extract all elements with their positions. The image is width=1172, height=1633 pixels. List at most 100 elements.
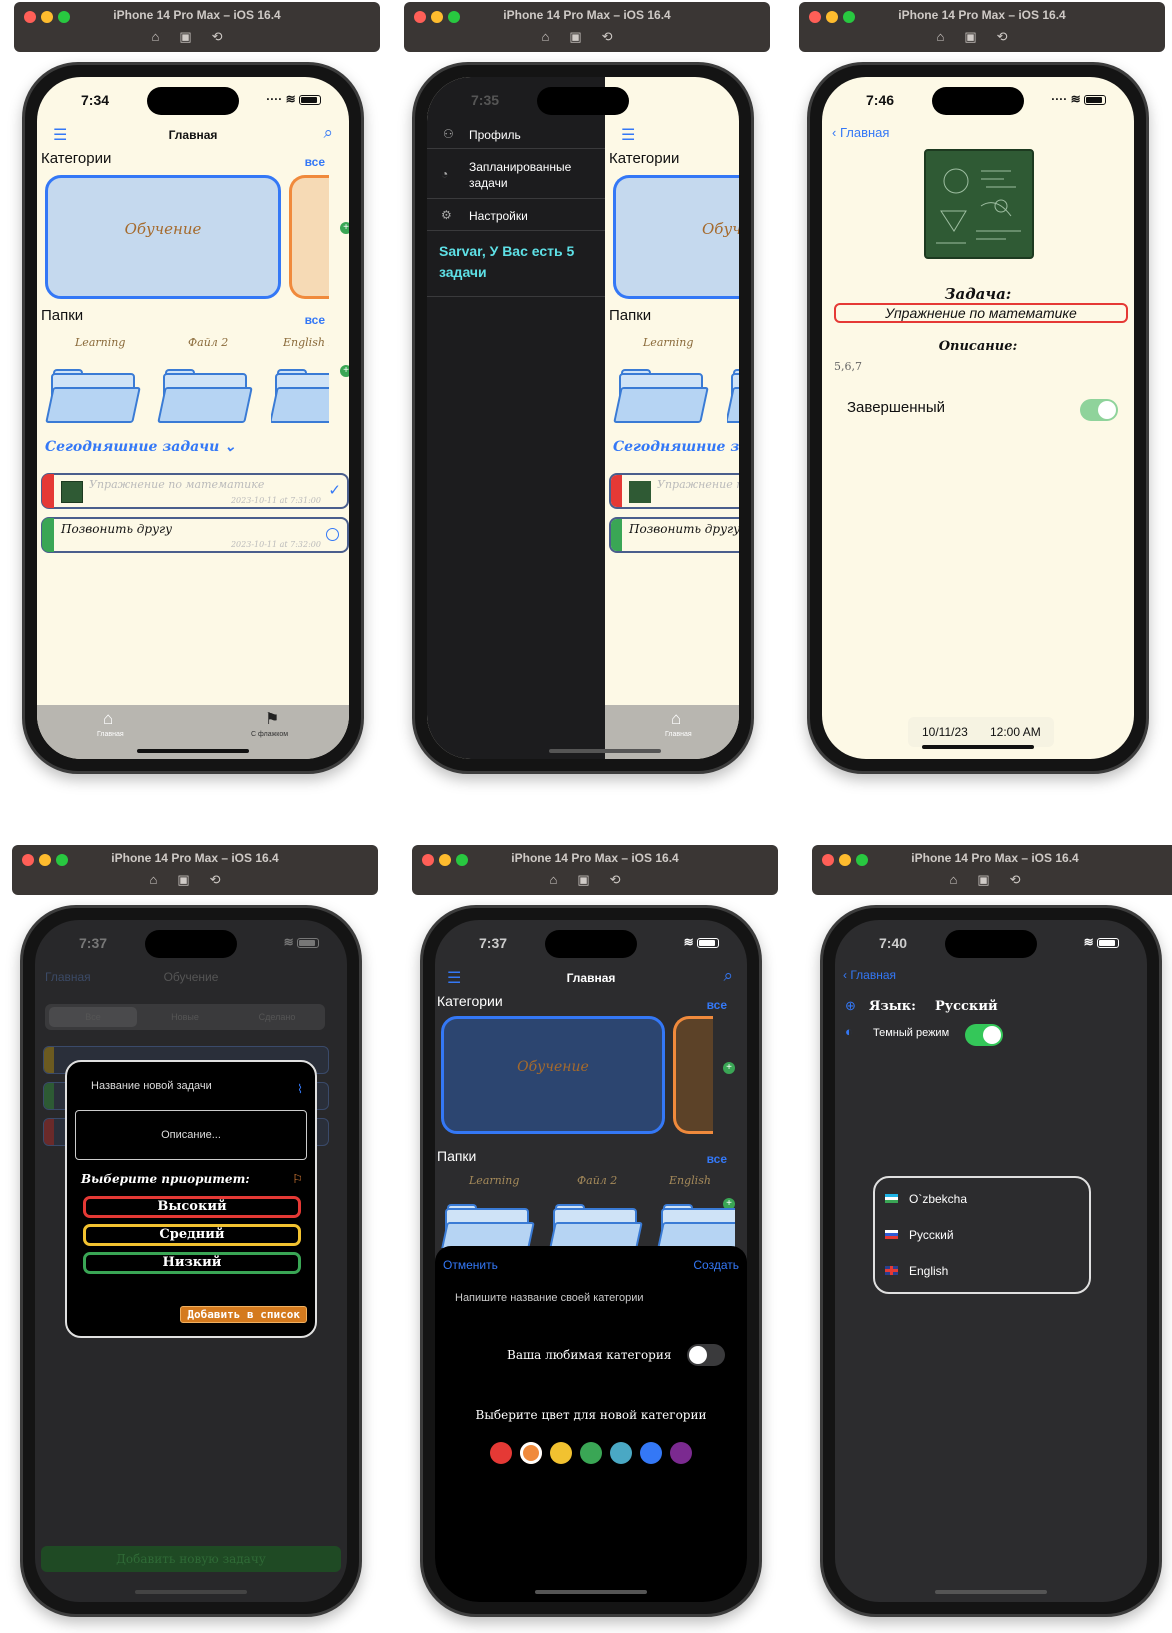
color-swatch[interactable]: [610, 1442, 632, 1464]
color-swatch[interactable]: [670, 1442, 692, 1464]
category-name-input[interactable]: Напишите название своей категории: [455, 1292, 643, 1304]
language-value[interactable]: Русский: [935, 999, 998, 1014]
color-picker[interactable]: [435, 1442, 747, 1469]
folder-icon[interactable]: [157, 369, 253, 425]
folders-see-all[interactable]: все: [707, 1152, 727, 1166]
folder-icon[interactable]: [547, 1204, 643, 1248]
home-icon[interactable]: ⌂: [541, 29, 569, 44]
home-icon[interactable]: ⌂: [949, 872, 977, 887]
completed-toggle[interactable]: [1080, 399, 1118, 421]
priority-high-button[interactable]: Высокий: [83, 1196, 301, 1218]
rotate-icon[interactable]: ⟲: [602, 29, 633, 44]
screenshot-icon[interactable]: ▣: [177, 872, 209, 887]
simulator-toolbar[interactable]: ⌂▣⟲: [799, 29, 1165, 45]
add-category-icon[interactable]: +: [723, 1062, 735, 1074]
screenshot-icon[interactable]: ▣: [179, 29, 211, 44]
segmented-control[interactable]: Все Новые Сделано: [45, 1004, 325, 1030]
description-input[interactable]: Описание...: [75, 1110, 307, 1160]
color-swatch[interactable]: [520, 1442, 542, 1464]
add-to-list-button[interactable]: Добавить в список: [180, 1306, 307, 1323]
categories-see-all[interactable]: все: [707, 998, 727, 1012]
category-card[interactable]: Обучен: [613, 175, 739, 299]
folder-icon[interactable]: [727, 369, 739, 427]
rotate-icon[interactable]: ⟲: [212, 29, 243, 44]
menu-item-settings[interactable]: ⚙ Настройки: [427, 201, 605, 231]
folder-icon[interactable]: [45, 369, 141, 425]
home-tab-label[interactable]: Главная: [97, 731, 124, 738]
home-tab-icon[interactable]: ⌂: [103, 709, 113, 729]
language-option-ru[interactable]: Русский: [875, 1224, 1089, 1252]
incomplete-circle-icon[interactable]: [326, 528, 339, 541]
simulator-toolbar[interactable]: ⌂▣⟲: [412, 872, 778, 888]
search-icon[interactable]: ⌕: [723, 966, 733, 986]
today-tasks-header[interactable]: Сегодняшние зад: [613, 439, 739, 455]
language-option-en[interactable]: English: [875, 1260, 1089, 1288]
home-icon[interactable]: ⌂: [149, 872, 177, 887]
category-card[interactable]: Обучение: [45, 175, 281, 299]
screenshot-icon[interactable]: ▣: [964, 29, 996, 44]
task-row[interactable]: Упражнение по математике 2023-10-11 at 7…: [41, 473, 349, 509]
menu-item-scheduled[interactable]: ◔ Запланированные задачи: [427, 151, 605, 199]
color-swatch[interactable]: [490, 1442, 512, 1464]
paperclip-icon[interactable]: ⌇: [297, 1082, 303, 1096]
add-folder-icon[interactable]: +: [340, 365, 349, 377]
create-button[interactable]: Создать: [693, 1258, 739, 1272]
color-swatch[interactable]: [640, 1442, 662, 1464]
today-tasks-header[interactable]: Сегодняшние задачи ⌄: [45, 439, 236, 455]
priority-low-button[interactable]: Низкий: [83, 1252, 301, 1274]
menu-item-profile[interactable]: ⚇ Профиль: [427, 121, 605, 149]
category-card[interactable]: Обучение: [441, 1016, 665, 1134]
screenshot-icon[interactable]: ▣: [577, 872, 609, 887]
dark-mode-toggle[interactable]: [965, 1024, 1003, 1046]
segment-new[interactable]: Новые: [141, 1007, 229, 1027]
categories-see-all[interactable]: все: [305, 155, 325, 169]
task-title-field[interactable]: Упражнение по математике: [834, 303, 1128, 323]
home-tab-label[interactable]: Главная: [665, 731, 692, 738]
folder-icon[interactable]: [655, 1204, 735, 1248]
date-picker[interactable]: 10/11/23 12:00 AM: [908, 717, 1054, 747]
screenshot-icon[interactable]: ▣: [569, 29, 601, 44]
folders-see-all[interactable]: все: [305, 313, 325, 327]
time-value[interactable]: 12:00 AM: [990, 725, 1041, 739]
flag-icon[interactable]: ⚐: [292, 1172, 303, 1186]
simulator-toolbar[interactable]: ⌂▣⟲: [12, 872, 378, 888]
favorite-toggle[interactable]: [687, 1344, 725, 1366]
flag-tab-label[interactable]: С флажком: [251, 731, 288, 738]
folder-icon[interactable]: [613, 369, 709, 425]
rotate-icon[interactable]: ⟲: [997, 29, 1028, 44]
add-category-icon[interactable]: +: [340, 222, 349, 234]
color-swatch[interactable]: [550, 1442, 572, 1464]
flag-tab-icon[interactable]: ⚑: [265, 709, 279, 729]
back-button[interactable]: ‹ Главная: [832, 125, 889, 140]
home-icon[interactable]: ⌂: [549, 872, 577, 887]
segment-all[interactable]: Все: [49, 1007, 137, 1027]
home-tab-icon[interactable]: ⌂: [671, 709, 681, 729]
rotate-icon[interactable]: ⟲: [210, 872, 241, 887]
priority-medium-button[interactable]: Средний: [83, 1224, 301, 1246]
search-icon[interactable]: ⌕: [323, 123, 333, 143]
folder-icon[interactable]: [271, 369, 329, 427]
home-icon[interactable]: ⌂: [936, 29, 964, 44]
segment-done[interactable]: Сделано: [233, 1007, 321, 1027]
rotate-icon[interactable]: ⟲: [1010, 872, 1041, 887]
checkmark-icon[interactable]: ✓: [328, 481, 341, 499]
back-button[interactable]: ‹ Главная: [843, 968, 896, 982]
task-row[interactable]: Позвонить другу: [609, 517, 739, 553]
date-value[interactable]: 10/11/23: [922, 725, 968, 739]
task-row[interactable]: Упражнение по: [609, 473, 739, 509]
cancel-button[interactable]: Отменить: [443, 1258, 498, 1272]
add-new-task-button[interactable]: Добавить новую задачу: [41, 1546, 341, 1572]
simulator-toolbar[interactable]: ⌂▣⟲: [812, 872, 1172, 888]
menu-icon[interactable]: ☰: [621, 125, 635, 145]
category-card-next[interactable]: [673, 1016, 713, 1134]
language-option-uz[interactable]: O`zbekcha: [875, 1188, 1089, 1216]
home-icon[interactable]: ⌂: [151, 29, 179, 44]
screenshot-icon[interactable]: ▣: [977, 872, 1009, 887]
description-text[interactable]: 5,6,7: [834, 360, 862, 373]
simulator-toolbar[interactable]: ⌂▣⟲: [14, 29, 380, 45]
category-card-next[interactable]: [289, 175, 329, 299]
simulator-toolbar[interactable]: ⌂▣⟲: [404, 29, 770, 45]
folder-icon[interactable]: [439, 1204, 535, 1248]
rotate-icon[interactable]: ⟲: [610, 872, 641, 887]
task-name-input[interactable]: Название новой задачи: [91, 1080, 212, 1092]
